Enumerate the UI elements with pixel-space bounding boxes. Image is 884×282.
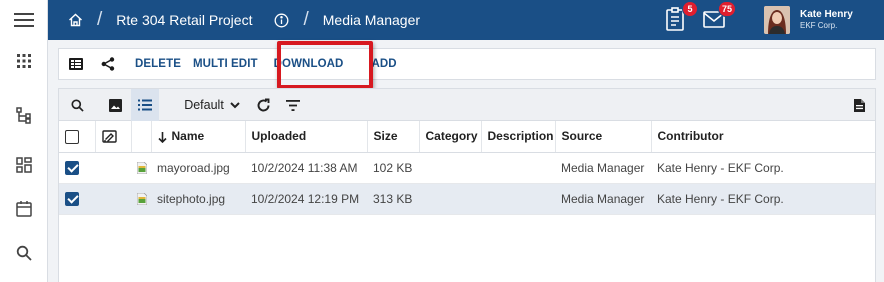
category <box>419 152 481 184</box>
page-title: Media Manager <box>322 12 421 28</box>
search-icon[interactable] <box>0 238 48 268</box>
top-bar: / Rte 304 Retail Project / Media Manager… <box>48 0 884 40</box>
left-nav-rail <box>0 0 48 282</box>
image-file-icon <box>136 161 148 175</box>
chevron-down-icon <box>230 101 240 109</box>
breadcrumb-separator: / <box>303 9 309 30</box>
download-button[interactable]: DOWNLOAD <box>268 48 350 80</box>
table-header-row: Name Uploaded Size Category Description … <box>59 121 875 153</box>
hierarchy-icon[interactable] <box>0 101 48 131</box>
breadcrumb-separator: / <box>97 9 103 30</box>
image-file-icon <box>136 192 148 206</box>
search-icon[interactable] <box>65 89 89 121</box>
view-selector-value: Default <box>184 98 224 112</box>
source: Media Manager <box>555 152 651 184</box>
user-org: EKF Corp. <box>800 21 838 30</box>
sort-arrow-down-icon <box>157 131 167 143</box>
share-icon[interactable] <box>93 48 123 80</box>
tasks-count-badge: 5 <box>682 1 698 17</box>
list-view-icon[interactable] <box>59 48 93 80</box>
media-grid-panel: Default Name Uploaded Size Category Desc… <box>58 88 876 282</box>
contributor: Kate Henry - EKF Corp. <box>651 183 875 215</box>
add-button[interactable]: ADD <box>365 48 402 80</box>
apps-grid-icon[interactable] <box>0 46 48 76</box>
list-view-icon[interactable] <box>131 89 159 121</box>
tasks-clipboard-icon[interactable]: 5 <box>664 1 698 34</box>
user-name: Kate Henry <box>800 9 853 20</box>
file-name[interactable]: sitephoto.jpg <box>151 183 245 215</box>
refresh-icon[interactable] <box>251 89 275 121</box>
uploaded-date: 10/2/2024 12:19 PM <box>245 183 367 215</box>
column-header-size[interactable]: Size <box>367 121 420 153</box>
user-menu[interactable]: Kate Henry EKF Corp. <box>764 4 853 36</box>
avatar <box>764 6 790 34</box>
row-checkbox[interactable] <box>65 191 79 206</box>
media-table: Name Uploaded Size Category Description … <box>59 121 875 215</box>
hamburger-menu-icon[interactable] <box>0 0 48 40</box>
grid-toolbar: Default <box>59 89 875 121</box>
column-header-name-label: Name <box>171 129 205 144</box>
calendar-icon[interactable] <box>0 193 48 223</box>
source: Media Manager <box>555 183 651 215</box>
filter-icon[interactable] <box>281 89 305 121</box>
column-header-category[interactable]: Category <box>419 121 482 153</box>
edit-image-icon[interactable] <box>101 130 117 144</box>
category <box>419 183 481 215</box>
delete-button[interactable]: DELETE <box>129 48 187 80</box>
image-view-icon[interactable] <box>103 89 127 121</box>
mail-icon[interactable]: 75 <box>702 1 736 34</box>
file-name[interactable]: mayoroad.jpg <box>151 152 245 184</box>
file-size: 313 KB <box>367 183 419 215</box>
file-type-header <box>131 121 152 153</box>
view-selector[interactable]: Default <box>179 89 245 121</box>
multi-edit-button[interactable]: MULTI EDIT <box>187 48 264 80</box>
column-header-contributor[interactable]: Contributor <box>651 121 875 153</box>
uploaded-date: 10/2/2024 11:38 AM <box>245 152 367 184</box>
row-checkbox[interactable] <box>65 160 79 175</box>
action-toolbar: DELETE MULTI EDIT DOWNLOAD ADD <box>58 48 876 80</box>
home-icon[interactable] <box>68 13 83 27</box>
messages-count-badge: 75 <box>717 1 736 17</box>
pdf-export-icon[interactable] <box>847 89 871 121</box>
column-header-uploaded[interactable]: Uploaded <box>245 121 368 153</box>
table-row[interactable]: sitephoto.jpg 10/2/2024 12:19 PM 313 KB … <box>59 183 875 215</box>
info-icon[interactable] <box>274 13 289 28</box>
file-size: 102 KB <box>367 152 419 184</box>
column-header-source[interactable]: Source <box>555 121 652 153</box>
column-header-name[interactable]: Name <box>151 121 246 153</box>
select-all-header <box>59 121 96 153</box>
breadcrumb-project[interactable]: Rte 304 Retail Project <box>116 12 252 28</box>
column-header-description[interactable]: Description <box>481 121 556 153</box>
description <box>481 152 555 184</box>
breadcrumb: / Rte 304 Retail Project / Media Manager <box>68 0 420 40</box>
main-content: DELETE MULTI EDIT DOWNLOAD ADD Default N… <box>48 40 884 282</box>
edit-column-header <box>95 121 132 153</box>
table-row[interactable]: mayoroad.jpg 10/2/2024 11:38 AM 102 KB M… <box>59 152 875 184</box>
description <box>481 183 555 215</box>
select-all-checkbox[interactable] <box>65 129 79 144</box>
dashboard-icon[interactable] <box>0 150 48 180</box>
contributor: Kate Henry - EKF Corp. <box>651 152 875 184</box>
